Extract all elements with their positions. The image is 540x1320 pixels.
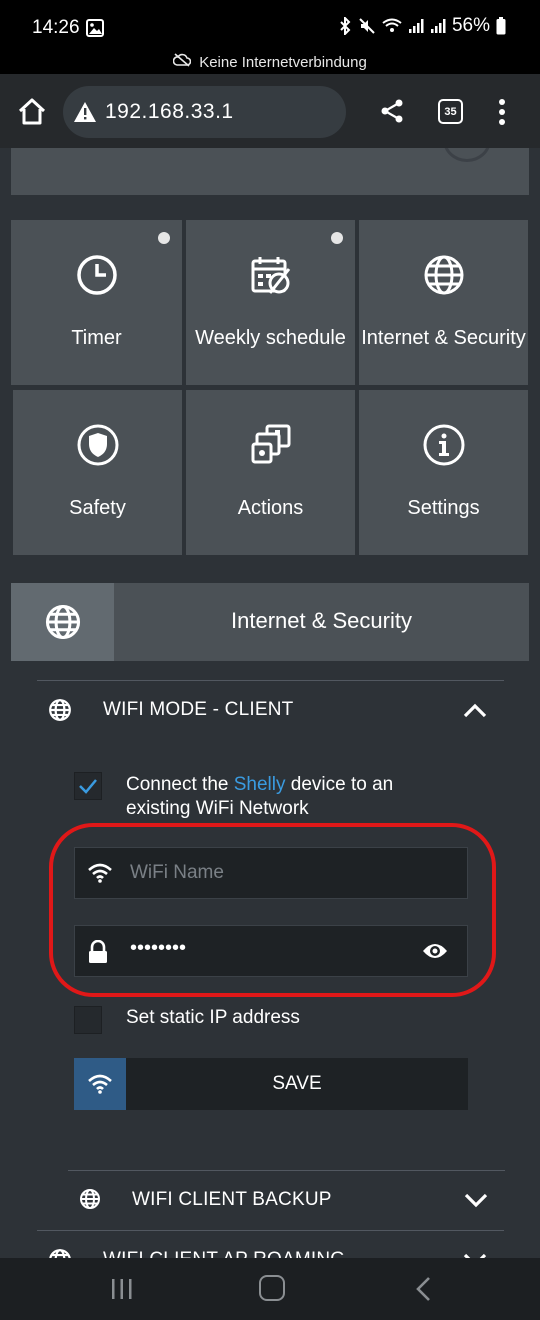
wifi-icon [74,1058,126,1110]
tile-timer[interactable]: Timer [11,220,182,385]
calendar-icon [249,253,293,302]
clock-icon [75,253,119,302]
notification-dot [331,232,343,244]
tile-label: Safety [69,497,126,519]
tile-safety[interactable]: Safety [13,390,182,555]
gallery-notification-icon [86,19,104,42]
connect-checkbox[interactable] [74,772,102,800]
accordion-wifi-backup[interactable]: WIFI CLIENT BACKUP [68,1178,505,1222]
offline-text: Keine Internetverbindung [199,53,367,71]
static-ip-checkbox[interactable] [74,1006,102,1034]
tile-label: Actions [237,497,304,519]
toggle-knob[interactable] [443,148,491,162]
battery-text: 56% [451,15,490,36]
globe-icon [422,253,466,302]
browser-toolbar: 192.168.33.1 35 [0,74,540,148]
warning-icon[interactable] [73,101,97,128]
browser-home-button[interactable] [16,96,48,128]
chevron-up-icon[interactable] [463,702,487,723]
highlight-annotation [49,823,496,997]
battery-icon [496,17,506,35]
globe-icon [11,583,114,661]
divider [68,1170,505,1171]
divider [37,680,504,681]
actions-icon [249,423,293,472]
signal-icon [408,18,424,34]
more-menu-icon[interactable] [498,99,506,130]
accordion-wifi-roaming[interactable]: WIFI CLIENT AP ROAMING [37,1238,504,1258]
bluetooth-icon [338,17,352,35]
tile-settings[interactable]: Settings [359,390,528,555]
accordion-title: WIFI CLIENT AP ROAMING [103,1249,345,1258]
save-button[interactable]: SAVE [74,1058,468,1110]
section-header: Internet & Security [11,583,529,661]
globe-icon [79,1188,101,1215]
mute-icon [358,17,376,35]
globe-icon [48,1248,72,1258]
save-label: SAVE [272,1073,322,1094]
notification-dot [158,232,170,244]
recent-apps-icon[interactable] [110,1278,134,1305]
url-text[interactable]: 192.168.33.1 [105,100,234,124]
partially-visible-panel [11,148,529,195]
tile-actions[interactable]: Actions [186,390,355,555]
cloud-off-icon [172,53,192,71]
status-time: 14:26 [32,17,80,38]
divider [37,1230,504,1231]
tab-switcher-button[interactable]: 35 [438,99,463,124]
info-icon [422,423,466,472]
url-bar[interactable]: 192.168.33.1 [63,86,346,138]
tile-label: Settings [407,497,480,519]
share-button[interactable] [379,98,405,129]
accordion-title: WIFI MODE - CLIENT [103,699,294,720]
globe-icon [48,698,72,727]
connect-label: Connect the Shelly device to an existing… [126,773,456,821]
tile-label: Weekly schedule [195,327,346,349]
shelly-link[interactable]: Shelly [234,774,286,795]
offline-banner: Keine Internetverbindung [0,50,540,74]
static-ip-label: Set static IP address [126,1007,300,1028]
signal-icon-2 [430,18,446,34]
chevron-down-icon[interactable] [464,1192,488,1213]
wifi-status-icon [382,18,402,34]
tile-weekly-schedule[interactable]: Weekly schedule [186,220,355,385]
section-title: Internet & Security [231,608,412,633]
status-bar: 14:26 56% [0,0,540,52]
accordion-title: WIFI CLIENT BACKUP [132,1189,332,1210]
shield-icon [76,423,120,472]
back-icon[interactable] [414,1276,432,1307]
tile-label: Timer [71,327,122,349]
tile-label: Internet & Security [361,327,526,349]
tile-internet-security[interactable]: Internet & Security [359,220,528,385]
system-navigation-bar [0,1258,540,1320]
page-content: Timer Weekly schedule Internet & Securit… [0,148,540,1258]
connect-label-text: Connect the [126,774,234,795]
accordion-wifi-client[interactable]: WIFI MODE - CLIENT [37,688,504,732]
home-icon[interactable] [259,1275,285,1301]
